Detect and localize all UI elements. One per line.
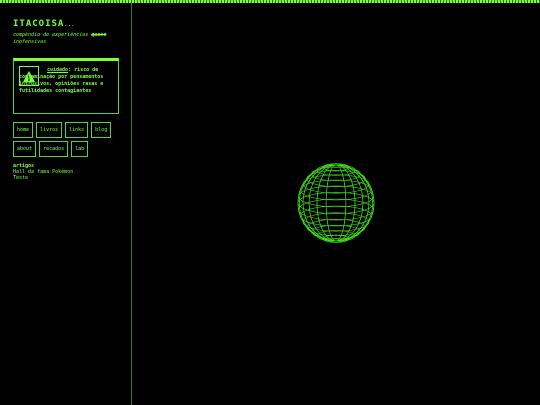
tagline-start: compêndio de experiências: [13, 32, 92, 38]
articles-section: artigos Hall da fama Pokémon Teste: [13, 163, 128, 181]
tagline-end: inofensivas: [13, 39, 47, 45]
warning-box: cuidado: risco de contaminação por pensa…: [13, 58, 119, 114]
wireframe-globe-icon[interactable]: [296, 163, 376, 243]
globe-longitude-line: [298, 164, 374, 242]
sidebar: ITACOISA... compêndio de experiências qu…: [0, 3, 132, 405]
nav-row: home livros links blog: [13, 122, 128, 138]
globe-latitude-line: [298, 198, 374, 221]
main-content: [133, 3, 540, 405]
site-title[interactable]: ITACOISA...: [13, 19, 75, 29]
globe-latitude-line: [298, 185, 374, 208]
nav-blog-button[interactable]: blog: [91, 122, 112, 138]
nav-recados-button[interactable]: recados: [39, 141, 69, 157]
warning-caution-word: cuidado: [47, 67, 69, 73]
nav-row: about recados lab: [13, 141, 128, 157]
nav-links-button[interactable]: links: [65, 122, 89, 138]
globe-longitude-line: [325, 164, 347, 242]
nav-about-button[interactable]: about: [13, 141, 37, 157]
globe-longitude-line: [298, 164, 374, 242]
site-title-text: ITACOISA: [13, 19, 65, 29]
site-tagline: compêndio de experiências quase inofensi…: [13, 32, 125, 46]
globe-longitude-line: [316, 164, 356, 242]
nav-livros-button[interactable]: livros: [36, 122, 63, 138]
site-title-dots: ...: [64, 22, 75, 28]
warning-text: cuidado: risco de contaminação por pensa…: [19, 67, 113, 95]
nav-lab-button[interactable]: lab: [71, 141, 89, 157]
nav-home-button[interactable]: home: [13, 122, 34, 138]
nav-menu: home livros links blog about recados lab: [13, 122, 128, 160]
article-link[interactable]: Teste: [13, 175, 128, 181]
tagline-strikethrough: quase: [91, 32, 107, 38]
